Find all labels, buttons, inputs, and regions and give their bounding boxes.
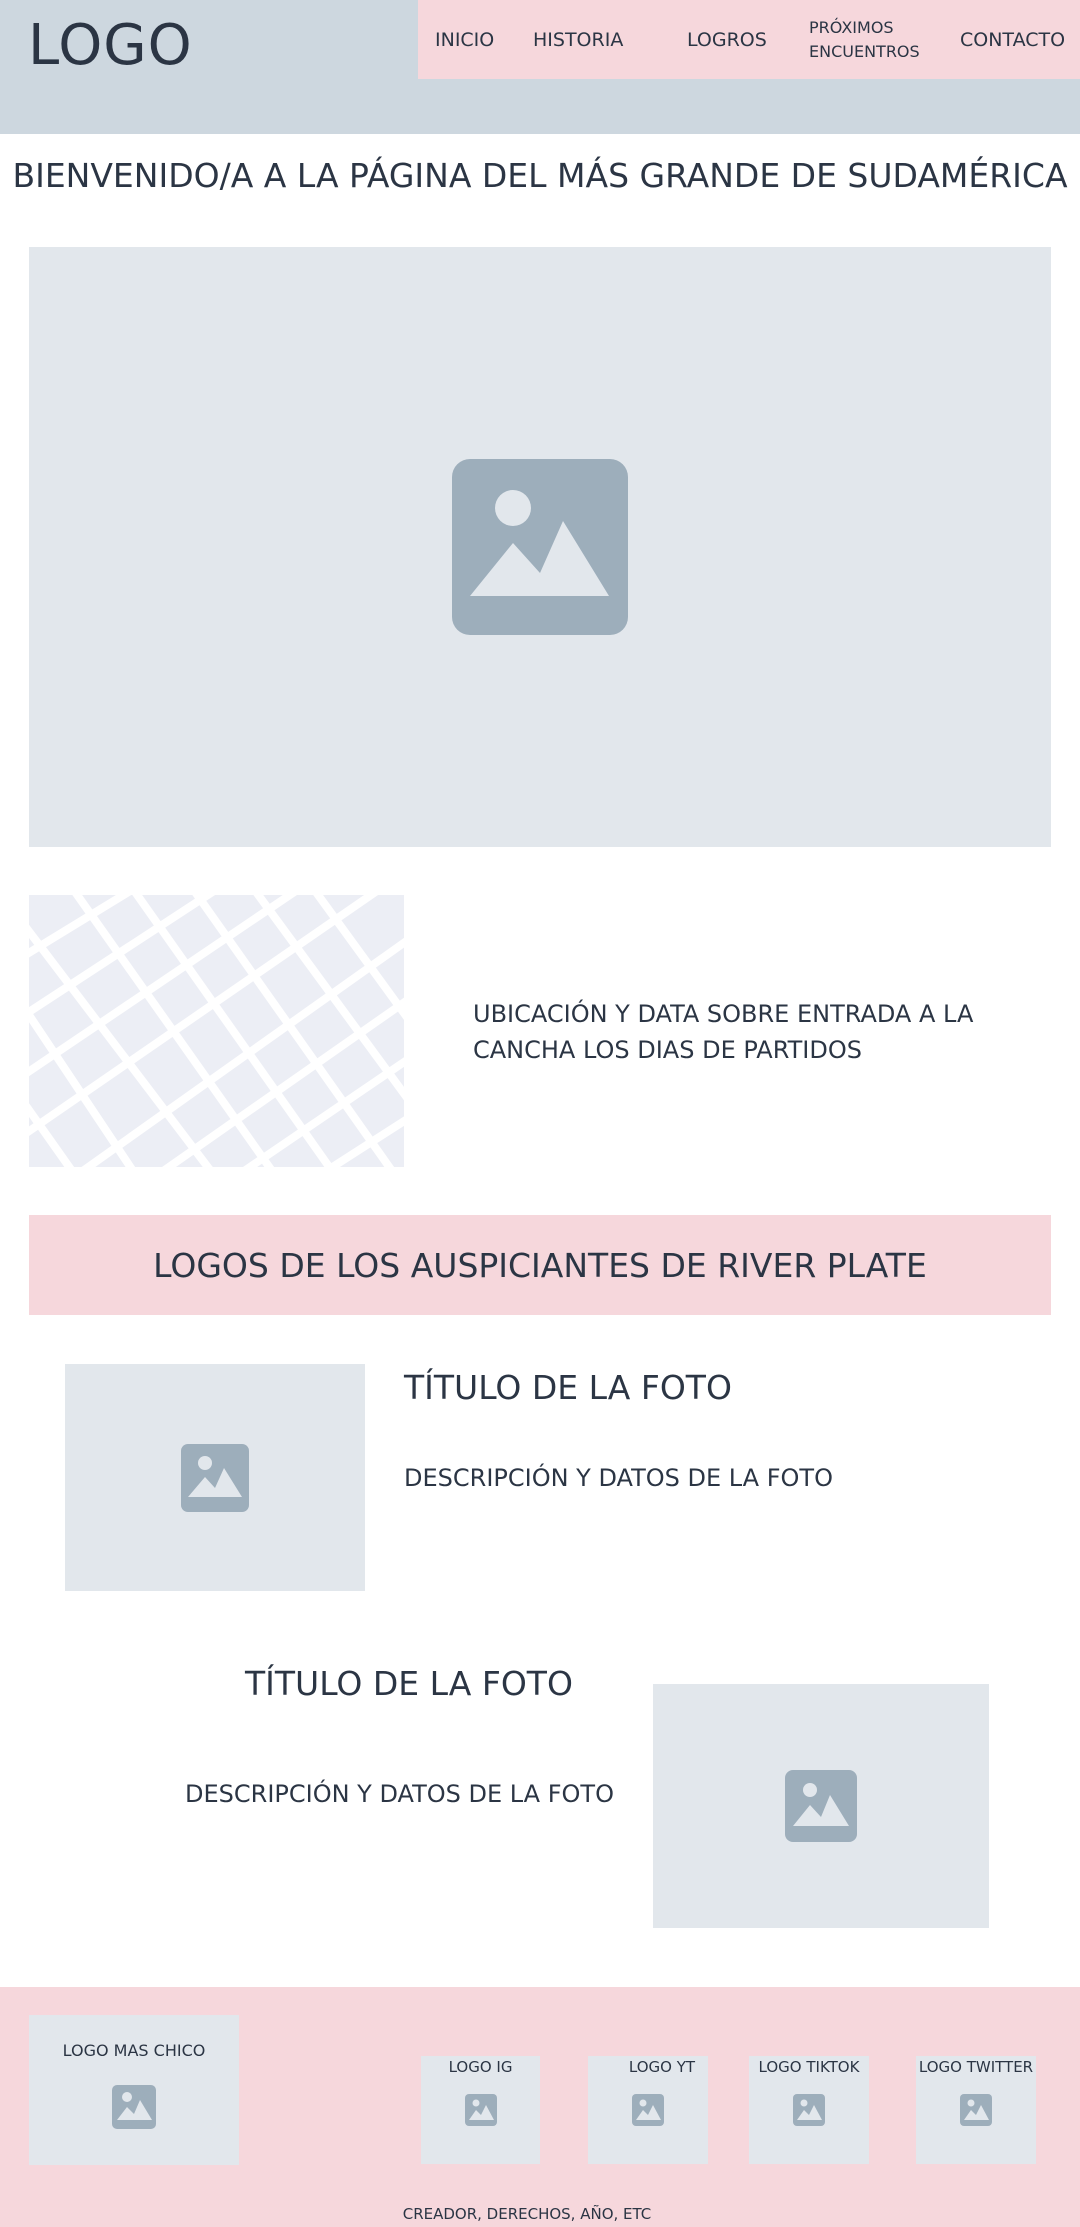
footer-logo-ig-label: LOGO IG (448, 2058, 513, 2076)
footer-logo-tiktok[interactable]: LOGO TIKTOK (749, 2056, 869, 2164)
photo-title-2: TÍTULO DE LA FOTO (245, 1664, 573, 1703)
location-info: UBICACIÓN Y DATA SOBRE ENTRADA A LA CANC… (473, 1000, 974, 1064)
footer-logo-ig[interactable]: LOGO IG (421, 2056, 540, 2164)
footer-credits: CREADOR, DERECHOS, AÑO, ETC (402, 2205, 652, 2223)
nav-contacto[interactable]: CONTACTO (960, 0, 1065, 79)
footer-logo-yt-label: LOGO YT (628, 2058, 696, 2076)
image-icon (181, 1444, 249, 1512)
map-placeholder[interactable] (29, 895, 404, 1167)
footer-small-logo-label: LOGO MAS CHICO (62, 2041, 206, 2060)
header: LOGO INICIO HISTORIA LOGROS PRÓXIMOS ENC… (0, 0, 1080, 134)
twitter-icon (960, 2094, 992, 2126)
nav-logros[interactable]: LOGROS (687, 0, 767, 79)
sponsors-title: LOGOS DE LOS AUSPICIANTES DE RIVER PLATE (153, 1245, 927, 1285)
nav-historia[interactable]: HISTORIA (533, 0, 623, 79)
nav-proximos-line1: PRÓXIMOS (809, 17, 894, 37)
photo-placeholder-2 (653, 1684, 989, 1928)
sponsors-banner: LOGOS DE LOS AUSPICIANTES DE RIVER PLATE (29, 1215, 1051, 1315)
site-logo[interactable]: LOGO (28, 6, 193, 86)
footer-logo-tiktok-label: LOGO TIKTOK (758, 2058, 860, 2076)
nav-proximos-line2: ENCUENTROS (809, 41, 920, 61)
main-nav: INICIO HISTORIA LOGROS PRÓXIMOS ENCUENTR… (418, 0, 1080, 79)
instagram-icon (465, 2094, 497, 2126)
tiktok-icon (793, 2094, 825, 2126)
footer: LOGO MAS CHICO LOGO IG LOGO YT LOGO TIKT… (0, 1987, 1080, 2227)
photo-description-1: DESCRIPCIÓN Y DATOS DE LA FOTO (404, 1464, 833, 1492)
map-icon (29, 895, 404, 1167)
photo-title-1: TÍTULO DE LA FOTO (404, 1368, 732, 1407)
footer-small-logo[interactable]: LOGO MAS CHICO (29, 2015, 239, 2165)
nav-inicio[interactable]: INICIO (435, 0, 494, 79)
footer-logo-twitter[interactable]: LOGO TWITTER (916, 2056, 1036, 2164)
youtube-icon (632, 2094, 664, 2126)
image-icon (112, 2085, 156, 2129)
footer-logo-twitter-label: LOGO TWITTER (918, 2058, 1034, 2076)
photo-placeholder-1 (65, 1364, 365, 1591)
photo-description-2: DESCRIPCIÓN Y DATOS DE LA FOTO (185, 1780, 614, 1808)
image-icon (785, 1770, 857, 1842)
nav-proximos-encuentros[interactable]: PRÓXIMOS ENCUENTROS (809, 0, 920, 79)
welcome-heading: BIENVENIDO/A A LA PÁGINA DEL MÁS GRANDE … (12, 156, 1068, 195)
image-icon (452, 459, 628, 635)
footer-logo-yt[interactable]: LOGO YT (588, 2056, 708, 2164)
hero-image-placeholder (29, 247, 1051, 847)
